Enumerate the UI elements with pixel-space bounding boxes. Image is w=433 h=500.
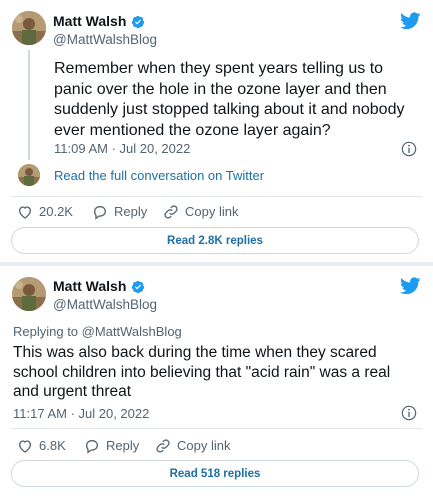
divider <box>11 428 422 429</box>
read-conversation-link[interactable]: Read the full conversation on Twitter <box>54 168 264 184</box>
author-name[interactable]: Matt Walsh <box>53 13 126 30</box>
like-action[interactable]: 20.2K <box>17 204 73 220</box>
reply-action[interactable]: Reply <box>84 438 139 454</box>
verified-badge-icon <box>131 280 145 294</box>
tweet-text-line: school children into believing that "aci… <box>13 363 391 381</box>
tweet-card-2: Matt Walsh @MattWalshBlog Replying to @M… <box>0 266 433 500</box>
tweet-text: This was also back during the time when … <box>13 343 425 402</box>
tweet-text-line: This was also back during the time when … <box>13 344 377 361</box>
heart-icon <box>18 440 32 453</box>
reply-bubble-icon <box>93 206 107 220</box>
twitter-bird-icon[interactable] <box>400 12 421 30</box>
tweet-text: Remember when they spent years telling u… <box>54 59 424 141</box>
tweet-text-line: suddenly just stopped talking about it a… <box>54 101 405 118</box>
tweet-timestamp[interactable]: 11:09 AM · Jul 20, 2022 <box>54 141 190 157</box>
like-count: 6.8K <box>39 438 66 453</box>
thread-line <box>28 50 30 160</box>
tweet-text-line: and urgent threat <box>13 383 132 400</box>
tweet-text-line: panic over the hole in the ozone layer a… <box>54 80 387 98</box>
reply-label: Reply <box>106 438 140 453</box>
reply-bubble-icon <box>85 440 99 454</box>
author-name[interactable]: Matt Walsh <box>53 278 126 295</box>
tweet-card-1: Matt Walsh @MattWalshBlog Remember when … <box>0 0 433 262</box>
author-handle[interactable]: @MattWalshBlog <box>53 31 157 48</box>
tweet-text-line: ever mentioned the ozone layer again? <box>54 121 331 139</box>
link-chain-icon <box>164 205 178 219</box>
verified-badge-icon <box>131 15 145 29</box>
tweet-text-line: Remember when they spent years telling u… <box>54 60 384 77</box>
link-chain-icon <box>156 439 170 453</box>
info-icon[interactable] <box>401 405 417 421</box>
copy-link-label: Copy link <box>177 438 231 453</box>
read-replies-button[interactable]: Read 2.8K replies <box>11 227 419 254</box>
heart-icon <box>18 206 32 219</box>
divider <box>11 196 422 197</box>
author-handle[interactable]: @MattWalshBlog <box>53 296 157 313</box>
copy-link-label: Copy link <box>185 204 239 219</box>
author-avatar[interactable] <box>12 11 46 45</box>
read-replies-button[interactable]: Read 518 replies <box>11 460 419 487</box>
like-action[interactable]: 6.8K <box>17 438 66 454</box>
reply-label: Reply <box>114 204 148 219</box>
like-count: 20.2K <box>39 204 73 219</box>
copy-link-action[interactable]: Copy link <box>155 438 230 454</box>
twitter-bird-icon[interactable] <box>400 277 421 295</box>
conversation-avatar <box>18 164 40 186</box>
copy-link-action[interactable]: Copy link <box>163 204 238 220</box>
info-icon[interactable] <box>401 141 417 157</box>
author-avatar[interactable] <box>12 277 46 311</box>
replying-to[interactable]: Replying to @MattWalshBlog <box>13 324 182 340</box>
tweet-timestamp[interactable]: 11:17 AM · Jul 20, 2022 <box>13 406 149 422</box>
reply-action[interactable]: Reply <box>92 204 147 220</box>
